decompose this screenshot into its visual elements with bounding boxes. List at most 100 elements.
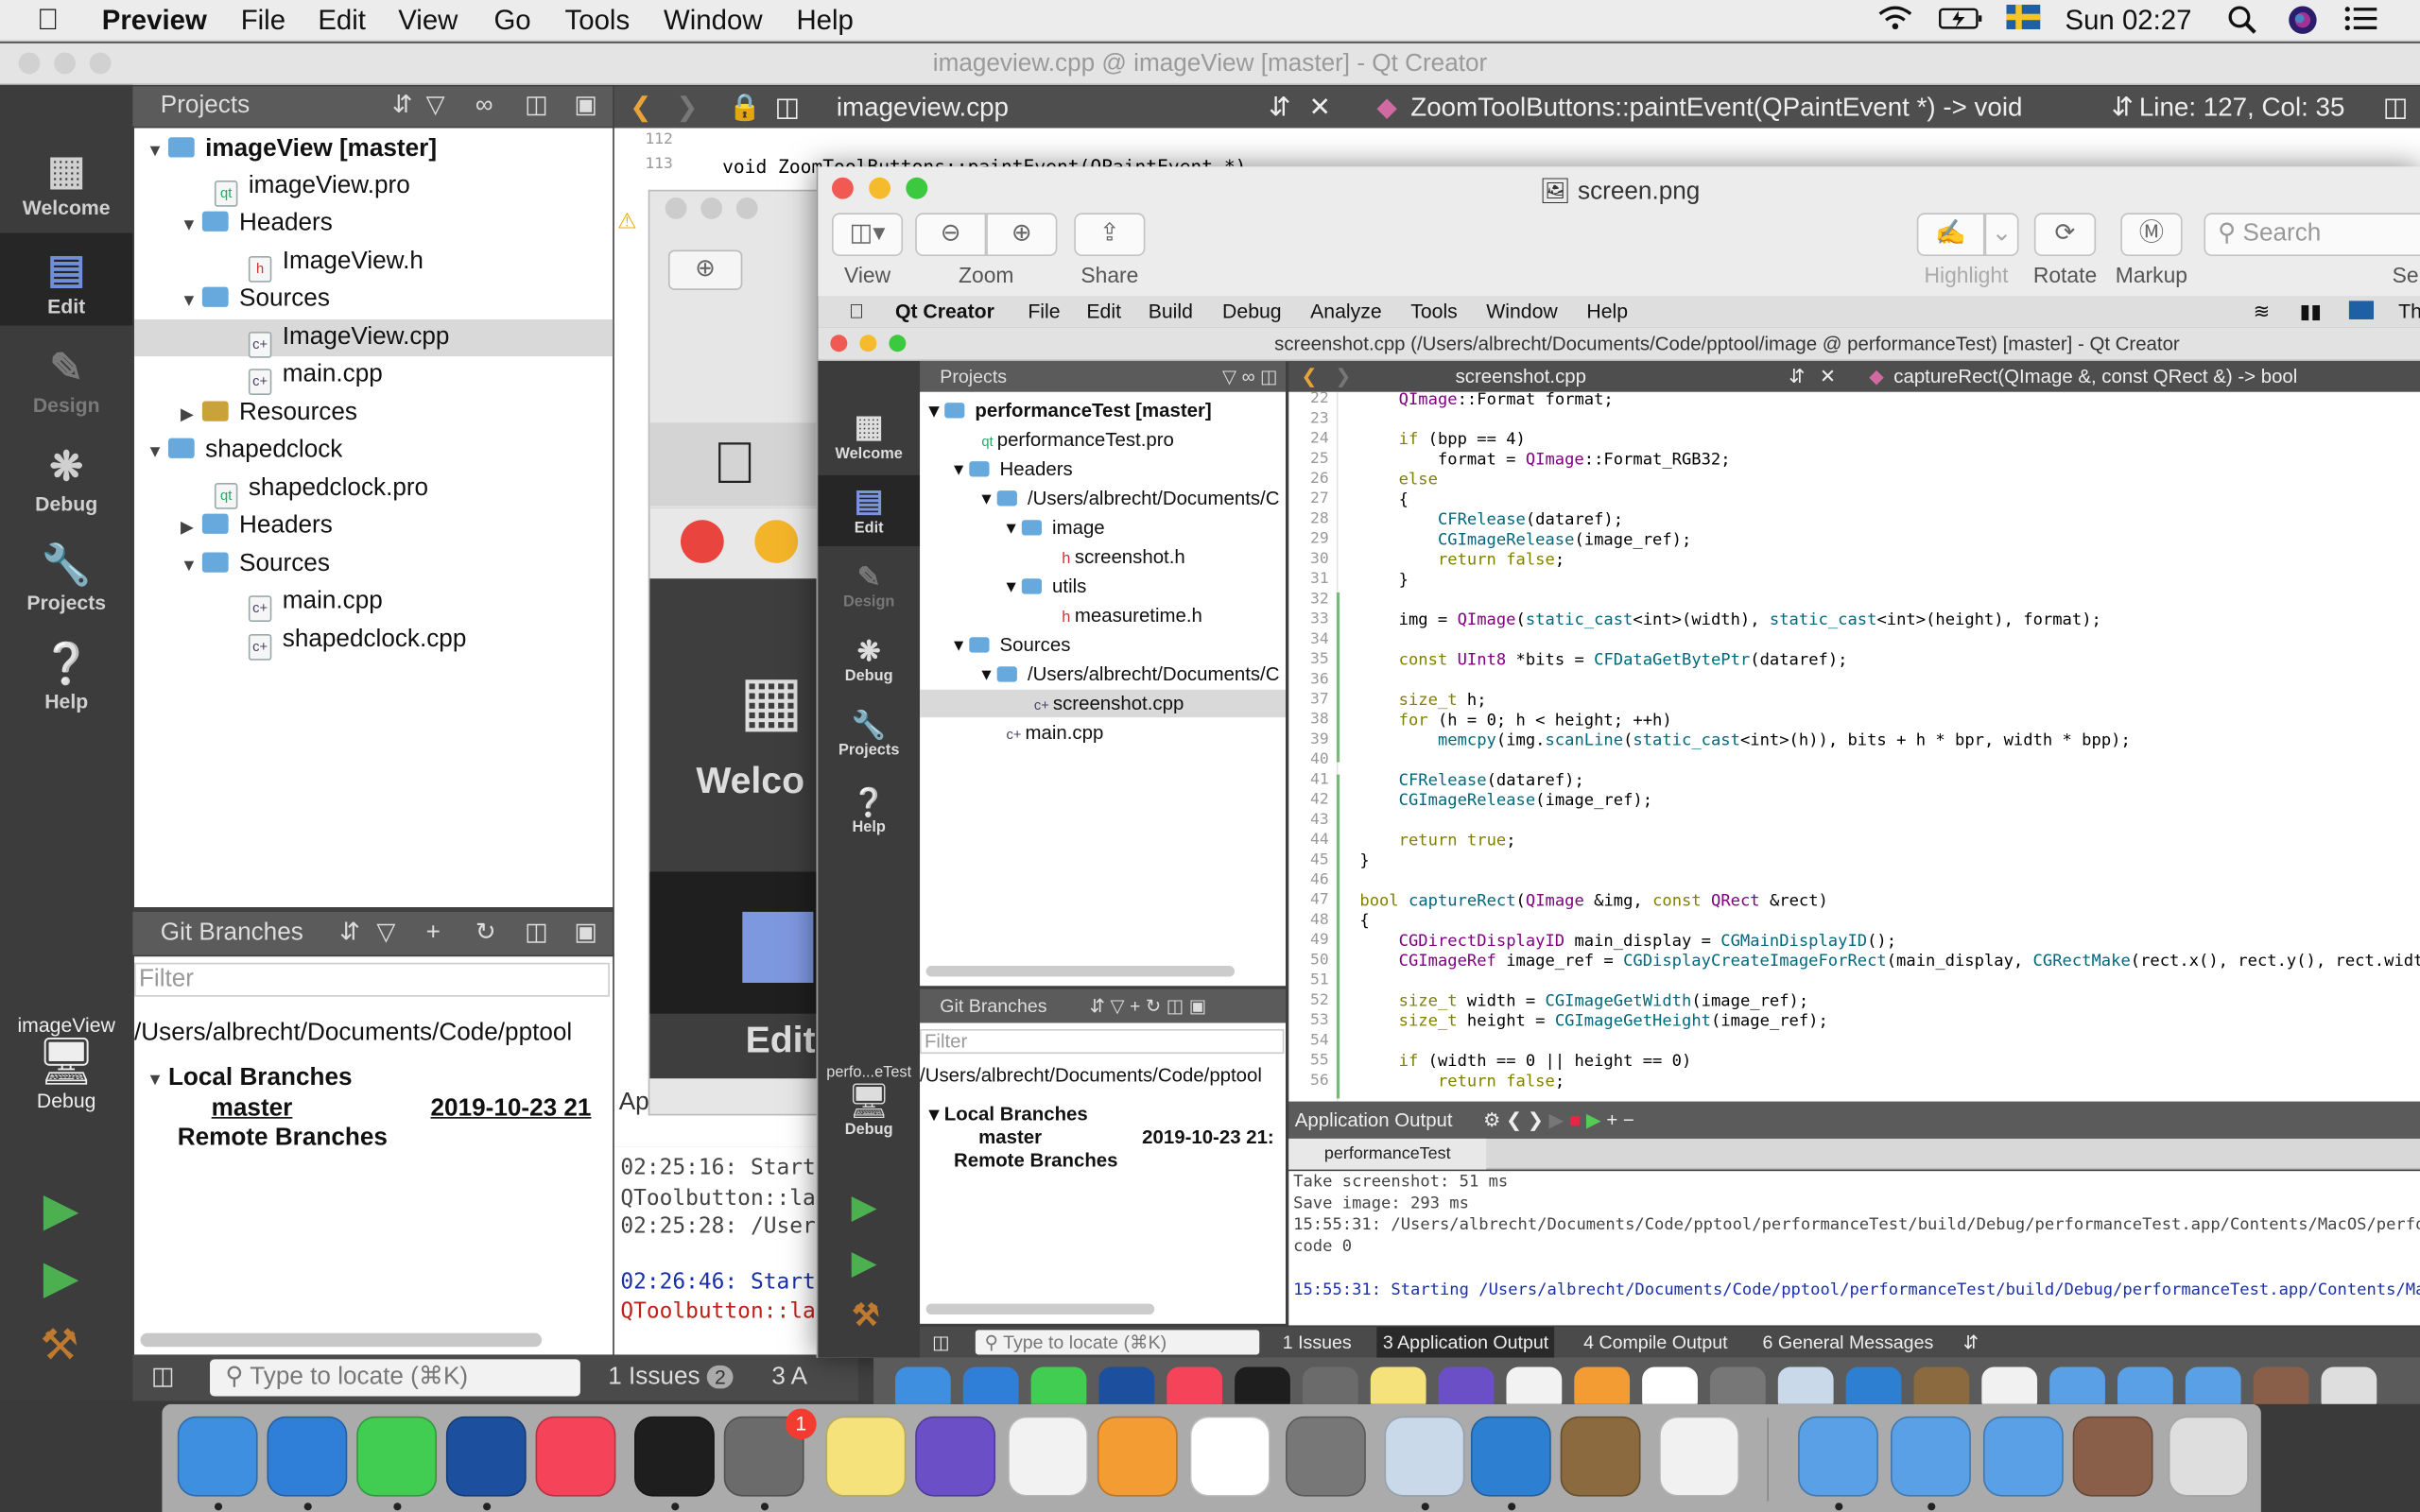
tree-file[interactable]: h ImageView.h bbox=[248, 244, 424, 283]
close-button[interactable] bbox=[18, 52, 41, 75]
current-symbol[interactable]: ZoomToolButtons::paintEvent(QPaintEvent … bbox=[1410, 86, 2022, 128]
collapse-arrow-icon[interactable]: ▶ bbox=[181, 509, 202, 546]
filter-icon[interactable]: ▽ bbox=[426, 86, 445, 126]
terminal-icon[interactable] bbox=[634, 1416, 715, 1497]
back-arrow-icon[interactable]: ❮ bbox=[630, 86, 651, 128]
split-icon[interactable]: ◫ bbox=[2383, 86, 2408, 128]
filter-icon[interactable]: ▽ bbox=[376, 912, 395, 955]
siri-icon[interactable] bbox=[2288, 5, 2319, 43]
tree-project-imageview[interactable]: ▼ imageView [master] bbox=[147, 131, 437, 168]
split-icon[interactable]: ◫ bbox=[525, 912, 548, 955]
control-center-icon[interactable] bbox=[2342, 5, 2379, 41]
mode-debug[interactable]: ❋ Debug bbox=[0, 443, 132, 516]
issues-tab[interactable]: 1 Issues 2 bbox=[608, 1364, 734, 1391]
menu-tools[interactable]: Tools bbox=[565, 5, 631, 37]
tree-project-shapedclock[interactable]: ▼ shapedclock bbox=[147, 432, 342, 469]
apple-menu-icon[interactable]:  bbox=[37, 5, 59, 39]
menu-help[interactable]: Help bbox=[796, 5, 853, 37]
menu-view[interactable]: View bbox=[398, 5, 458, 37]
highlight-button[interactable]: ✍ bbox=[1916, 213, 1985, 257]
tree-folder-headers[interactable]: ▼ Headers bbox=[181, 205, 333, 242]
git-remote-branches[interactable]: Remote Branches bbox=[178, 1120, 388, 1157]
wifi-icon[interactable] bbox=[1876, 5, 1913, 41]
trash-icon[interactable] bbox=[2168, 1416, 2249, 1497]
search-field[interactable]: ⚲ Search bbox=[2204, 213, 2420, 257]
sort-arrows-icon[interactable]: ⇵ bbox=[1269, 86, 1290, 128]
kit-selector[interactable]: imageView 🖥 Debug bbox=[0, 1014, 132, 1112]
mode-projects[interactable]: 🔧 Projects bbox=[0, 541, 132, 614]
mode-edit[interactable]: ▤ Edit bbox=[0, 232, 133, 326]
close-pane-icon[interactable]: ▣ bbox=[574, 912, 597, 955]
menu-file[interactable]: File bbox=[241, 5, 285, 37]
reminders-icon[interactable] bbox=[1008, 1416, 1089, 1497]
zoom-in-button[interactable]: ⊕ bbox=[986, 213, 1058, 257]
expand-arrow-icon[interactable]: ▼ bbox=[147, 132, 168, 169]
qt-creator-icon[interactable] bbox=[356, 1416, 438, 1497]
tree-folder-sources[interactable]: ▼ Sources bbox=[181, 546, 330, 583]
sort-arrows-icon[interactable]: ⇵ bbox=[2111, 86, 2133, 128]
link-icon[interactable]: ∞ bbox=[475, 86, 493, 126]
notes-icon[interactable] bbox=[825, 1416, 907, 1497]
tree-file[interactable]: c+ main.cpp bbox=[248, 583, 383, 622]
tree-file[interactable]: qt shapedclock.pro bbox=[214, 471, 428, 509]
tree-file[interactable]: qt imageView.pro bbox=[214, 168, 410, 207]
open-file-name[interactable]: imageview.cpp bbox=[837, 86, 1009, 128]
tree-file[interactable]: c+ shapedclock.cpp bbox=[248, 622, 466, 661]
finder-icon[interactable] bbox=[177, 1416, 258, 1497]
application-output-tab[interactable]: 3 A bbox=[771, 1364, 807, 1391]
add-icon[interactable]: + bbox=[426, 912, 441, 955]
cursor-position[interactable]: Line: 127, Col: 35 bbox=[2139, 86, 2345, 128]
zoom-out-button[interactable]: ⊖ bbox=[915, 213, 987, 257]
horizontal-scrollbar[interactable] bbox=[140, 1332, 543, 1348]
xcode-icon[interactable] bbox=[1470, 1416, 1551, 1497]
collapse-arrow-icon[interactable]: ▶ bbox=[181, 397, 202, 434]
document-icon[interactable] bbox=[1982, 1416, 2064, 1497]
menu-window[interactable]: Window bbox=[664, 5, 763, 37]
close-editor-icon[interactable]: ✕ bbox=[1308, 86, 1330, 128]
quicktime-icon[interactable] bbox=[445, 1416, 527, 1497]
tree-file[interactable]: c+ main.cpp bbox=[248, 356, 383, 395]
pages-icon[interactable] bbox=[1097, 1416, 1178, 1497]
battery-icon[interactable] bbox=[1939, 5, 1985, 41]
tree-folder-headers[interactable]: ▶ Headers bbox=[181, 507, 333, 544]
lock-icon[interactable]: 🔒 bbox=[729, 86, 762, 128]
git-filter-input[interactable]: Filter bbox=[134, 962, 610, 997]
sort-arrows-icon[interactable]: ⇵ bbox=[339, 912, 360, 955]
mode-design[interactable]: ✎ Design bbox=[0, 344, 132, 417]
textedit-icon[interactable] bbox=[1659, 1416, 1739, 1497]
share-button[interactable]: ⇪ bbox=[1074, 213, 1146, 257]
expand-arrow-icon[interactable]: ▼ bbox=[181, 283, 202, 319]
expand-arrow-icon[interactable]: ▼ bbox=[181, 548, 202, 585]
build-hammer-icon[interactable]: ⚒ bbox=[40, 1319, 78, 1370]
expand-arrow-icon[interactable]: ▼ bbox=[181, 207, 202, 244]
expand-arrow-icon[interactable]: ▼ bbox=[147, 434, 168, 471]
minimize-button[interactable] bbox=[54, 52, 76, 75]
imovie-icon[interactable] bbox=[915, 1416, 996, 1497]
spotlight-icon[interactable] bbox=[2227, 5, 2258, 43]
mode-welcome[interactable]: ▦ Welcome bbox=[0, 146, 132, 219]
view-button[interactable]: ◫▾ bbox=[831, 213, 904, 257]
menu-edit[interactable]: Edit bbox=[318, 5, 366, 37]
clock[interactable]: Sun 02:27 bbox=[2065, 5, 2191, 37]
app-menu[interactable]: Preview bbox=[102, 5, 207, 37]
document-icon[interactable] bbox=[1890, 1416, 1971, 1497]
mode-help[interactable]: ❔ Help bbox=[0, 641, 132, 713]
markup-button[interactable]: Ⓜ bbox=[2120, 213, 2183, 257]
sidebar-toggle-icon[interactable]: ◫ bbox=[151, 1361, 175, 1392]
rotate-button[interactable]: ⟳ bbox=[2033, 213, 2097, 257]
calculator-icon[interactable] bbox=[1286, 1416, 1366, 1497]
gimp-icon[interactable] bbox=[1560, 1416, 1641, 1497]
preview-icon[interactable] bbox=[1384, 1416, 1465, 1497]
menu-go[interactable]: Go bbox=[493, 5, 530, 37]
music-icon[interactable] bbox=[535, 1416, 616, 1497]
highlight-menu-button[interactable]: ⌄ bbox=[1984, 213, 2019, 257]
photos-icon[interactable] bbox=[1189, 1416, 1270, 1497]
expand-arrow-icon[interactable]: ▼ bbox=[147, 1061, 168, 1098]
sweden-flag-icon[interactable] bbox=[2006, 4, 2041, 37]
tree-file-selected[interactable]: c+ ImageView.cpp bbox=[134, 318, 614, 358]
debug-run-icon[interactable]: ▶ bbox=[43, 1251, 79, 1305]
sort-arrows-icon[interactable]: ⇵ bbox=[392, 86, 413, 126]
tree-folder-sources[interactable]: ▼ Sources bbox=[181, 281, 330, 318]
zoom-button[interactable] bbox=[89, 52, 112, 75]
document-icon[interactable] bbox=[1798, 1416, 1878, 1497]
